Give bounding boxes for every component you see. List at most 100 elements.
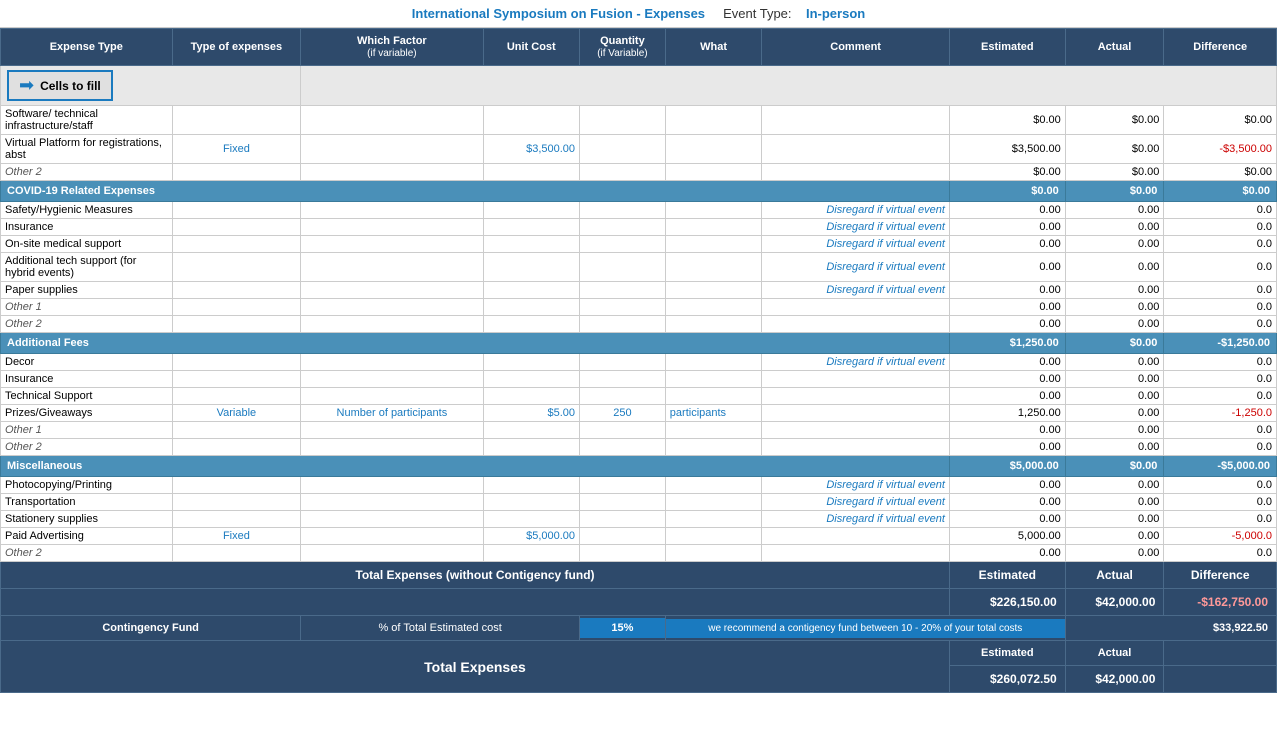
col-quantity: Quantity (if Variable) bbox=[580, 29, 666, 66]
header-row: International Symposium on Fusion - Expe… bbox=[0, 0, 1277, 28]
expense-type-cell: Paper supplies bbox=[1, 282, 173, 299]
unit-cost-cell: $3,500.00 bbox=[483, 135, 580, 164]
table-row: Stationery supplies Disregard if virtual… bbox=[1, 511, 1277, 528]
total-expenses-label: Total Expenses bbox=[1, 641, 950, 693]
unit-cost-cell bbox=[483, 164, 580, 181]
expense-type-cell: Virtual Platform for registrations, abst bbox=[1, 135, 173, 164]
quantity-cell bbox=[580, 164, 666, 181]
expense-type-cell: Safety/Hygienic Measures bbox=[1, 202, 173, 219]
table-row: Other 2 0.000.000.0 bbox=[1, 545, 1277, 562]
section-actual: $0.00 bbox=[1065, 456, 1164, 477]
pct-label: % of Total Estimated cost bbox=[301, 616, 580, 641]
expense-type-cell: Insurance bbox=[1, 219, 173, 236]
actual-cell: $0.00 bbox=[1065, 164, 1164, 181]
section-label: Miscellaneous bbox=[1, 456, 950, 477]
estimated-cell: $0.00 bbox=[949, 106, 1065, 135]
te-actual-value: $42,000.00 bbox=[1065, 666, 1164, 693]
type-cell bbox=[172, 106, 301, 135]
quantity-cell bbox=[580, 106, 666, 135]
table-row: Insurance Disregard if virtual event 0.0… bbox=[1, 219, 1277, 236]
table-row: Insurance 0.000.000.0 bbox=[1, 371, 1277, 388]
col-actual: Actual bbox=[1065, 29, 1164, 66]
cells-to-fill-row: ➡ Cells to fill bbox=[1, 66, 1277, 106]
table-row: Safety/Hygienic Measures Disregard if vi… bbox=[1, 202, 1277, 219]
actual-cell: $0.00 bbox=[1065, 135, 1164, 164]
section-label: COVID-19 Related Expenses bbox=[1, 181, 950, 202]
additional-fees-section-header: Additional Fees $1,250.00 $0.00 -$1,250.… bbox=[1, 333, 1277, 354]
type-cell: Fixed bbox=[172, 135, 301, 164]
section-actual: $0.00 bbox=[1065, 333, 1164, 354]
total-difference-value: -$162,750.00 bbox=[1164, 589, 1277, 616]
section-actual: $0.00 bbox=[1065, 181, 1164, 202]
section-difference: $0.00 bbox=[1164, 181, 1277, 202]
te-actual-header: Actual bbox=[1065, 641, 1164, 666]
table-row: Other 2 0.000.000.0 bbox=[1, 316, 1277, 333]
expense-type-cell: On-site medical support bbox=[1, 236, 173, 253]
table-row: Software/ technical infrastructure/staff… bbox=[1, 106, 1277, 135]
cells-to-fill-box: ➡ Cells to fill bbox=[7, 70, 113, 101]
table-row: Technical Support 0.000.000.0 bbox=[1, 388, 1277, 405]
unit-cost-cell bbox=[483, 106, 580, 135]
col-expense-type: Expense Type bbox=[1, 29, 173, 66]
difference-cell: $0.00 bbox=[1164, 106, 1277, 135]
te-estimated-value: $260,072.50 bbox=[949, 666, 1065, 693]
contingency-fund-row: Contingency Fund % of Total Estimated co… bbox=[1, 616, 1277, 641]
what-cell bbox=[665, 164, 762, 181]
which-factor-cell bbox=[301, 164, 483, 181]
total-estimated-header: Estimated bbox=[949, 562, 1065, 589]
difference-cell: -$3,500.00 bbox=[1164, 135, 1277, 164]
which-factor-cell bbox=[301, 135, 483, 164]
cells-to-fill-label: Cells to fill bbox=[40, 79, 101, 93]
expense-type-cell: Software/ technical infrastructure/staff bbox=[1, 106, 173, 135]
table-row: Other 2 $0.00 $0.00 $0.00 bbox=[1, 164, 1277, 181]
arrow-icon: ➡ bbox=[19, 75, 34, 96]
header-event-type-value: In-person bbox=[806, 6, 865, 21]
section-estimated: $0.00 bbox=[949, 181, 1065, 202]
what-cell bbox=[665, 135, 762, 164]
table-row: Photocopying/Printing Disregard if virtu… bbox=[1, 477, 1277, 494]
contingency-pct: 15% bbox=[580, 618, 665, 638]
table-row: On-site medical support Disregard if vir… bbox=[1, 236, 1277, 253]
which-factor-cell bbox=[301, 106, 483, 135]
col-what: What bbox=[665, 29, 762, 66]
te-estimated-header: Estimated bbox=[949, 641, 1065, 666]
expense-type-cell: Other 2 bbox=[1, 164, 173, 181]
total-values-row: $226,150.00 $42,000.00 -$162,750.00 bbox=[1, 589, 1277, 616]
expense-type-cell: Additional tech support (for hybrid even… bbox=[1, 253, 173, 282]
contingency-label: Contingency Fund bbox=[1, 616, 301, 641]
col-estimated: Estimated bbox=[949, 29, 1065, 66]
total-actual-header: Actual bbox=[1065, 562, 1164, 589]
what-cell bbox=[665, 106, 762, 135]
header-event-type-label: Event Type: bbox=[723, 6, 791, 21]
contingency-value: $33,922.50 bbox=[1065, 616, 1276, 641]
total-without-contingency-row: Total Expenses (without Contigency fund)… bbox=[1, 562, 1277, 589]
quantity-cell bbox=[580, 135, 666, 164]
actual-cell: $0.00 bbox=[1065, 106, 1164, 135]
table-row: Paper supplies Disregard if virtual even… bbox=[1, 282, 1277, 299]
col-difference: Difference bbox=[1164, 29, 1277, 66]
section-label: Additional Fees bbox=[1, 333, 950, 354]
table-row: Transportation Disregard if virtual even… bbox=[1, 494, 1277, 511]
table-row: Additional tech support (for hybrid even… bbox=[1, 253, 1277, 282]
total-actual-value: $42,000.00 bbox=[1065, 589, 1164, 616]
col-type-expenses: Type of expenses bbox=[172, 29, 301, 66]
section-estimated: $1,250.00 bbox=[949, 333, 1065, 354]
difference-cell: $0.00 bbox=[1164, 164, 1277, 181]
table-row: Decor Disregard if virtual event 0.000.0… bbox=[1, 354, 1277, 371]
estimated-cell: $3,500.00 bbox=[949, 135, 1065, 164]
miscellaneous-section-header: Miscellaneous $5,000.00 $0.00 -$5,000.00 bbox=[1, 456, 1277, 477]
comment-cell bbox=[762, 135, 950, 164]
table-row: Virtual Platform for registrations, abst… bbox=[1, 135, 1277, 164]
total-label: Total Expenses (without Contigency fund) bbox=[1, 562, 950, 589]
total-estimated-value: $226,150.00 bbox=[949, 589, 1065, 616]
col-which-factor: Which Factor (if variable) bbox=[301, 29, 483, 66]
table-row: Paid Advertising Fixed $5,000.00 5,000.0… bbox=[1, 528, 1277, 545]
total-difference-header: Difference bbox=[1164, 562, 1277, 589]
col-unit-cost: Unit Cost bbox=[483, 29, 580, 66]
table-row: Other 2 0.000.000.0 bbox=[1, 439, 1277, 456]
estimated-cell: $0.00 bbox=[949, 164, 1065, 181]
col-comment: Comment bbox=[762, 29, 950, 66]
section-difference: -$1,250.00 bbox=[1164, 333, 1277, 354]
section-difference: -$5,000.00 bbox=[1164, 456, 1277, 477]
contingency-recommend: we recommend a contigency fund between 1… bbox=[666, 619, 1065, 638]
